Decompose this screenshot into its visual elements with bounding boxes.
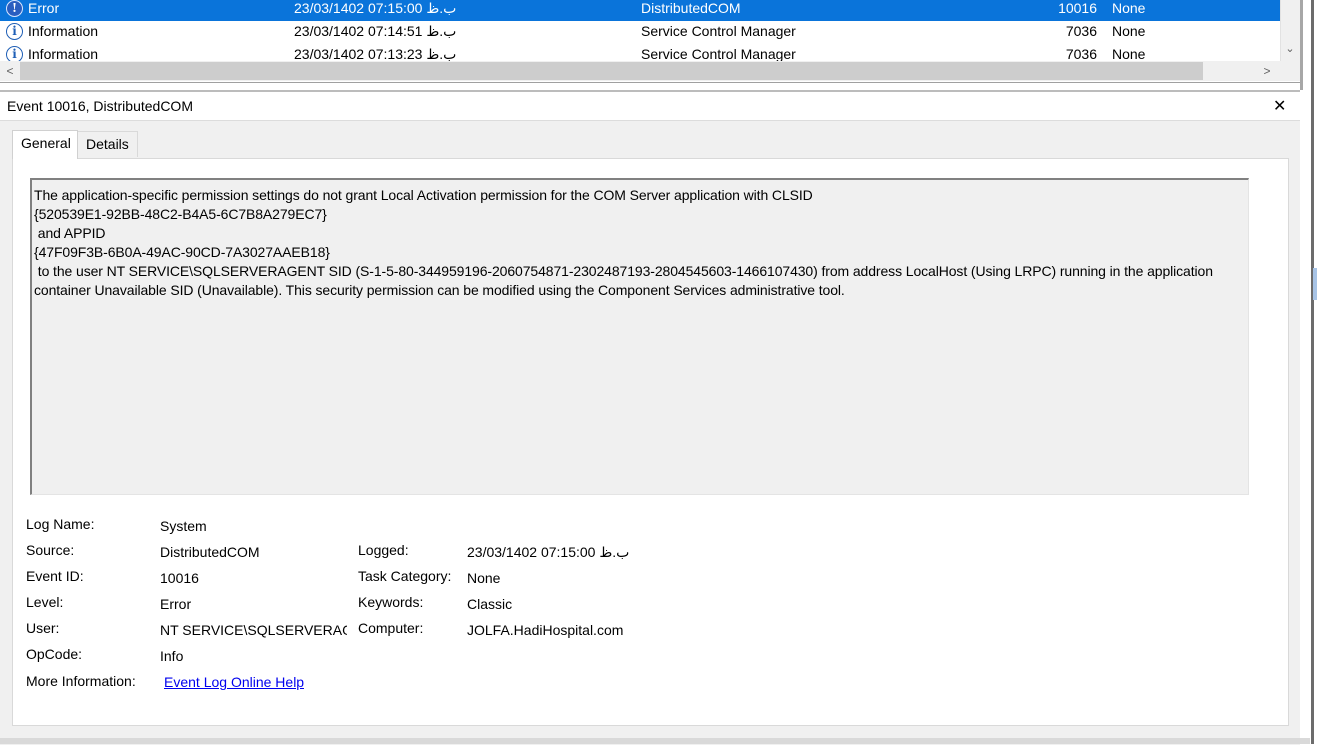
close-icon[interactable]: ✕	[1273, 96, 1286, 116]
event-task-category: None	[1112, 0, 1146, 16]
level-label: Level:	[26, 594, 64, 610]
scroll-right-icon[interactable]: >	[1257, 61, 1277, 81]
detail-pane-title: Event 10016, DistributedCOM	[7, 98, 193, 114]
status-strip	[0, 738, 1310, 744]
user-label: User:	[26, 620, 60, 636]
window-frame	[1300, 0, 1303, 90]
general-tab-content: The application-specific permission sett…	[12, 158, 1289, 726]
window-edge-accent	[1313, 268, 1317, 300]
computer-label: Computer:	[358, 620, 424, 636]
window-edge	[1311, 0, 1314, 744]
opcode-value[interactable]: Info	[160, 648, 183, 664]
more-information-label: More Information:	[26, 673, 136, 689]
logged-label: Logged:	[358, 542, 409, 558]
scrollbar-corner	[1280, 61, 1300, 81]
event-id-label: Event ID:	[26, 568, 84, 584]
event-row[interactable]: i Information 23/03/1402 07:14:51 ب.ظ Se…	[0, 21, 1280, 44]
event-date: 23/03/1402 07:14:51 ب.ظ	[294, 23, 457, 39]
level-value[interactable]: Error	[160, 596, 191, 612]
horizontal-scroll-thumb[interactable]	[20, 62, 1203, 80]
scroll-left-icon[interactable]: <	[0, 61, 20, 81]
detail-pane-header: Event 10016, DistributedCOM ✕	[0, 90, 1300, 120]
information-icon: i	[6, 23, 23, 40]
tab-general[interactable]: General	[12, 130, 78, 159]
user-value[interactable]: NT SERVICE\SQLSERVERAGENT	[160, 622, 347, 638]
log-name-label: Log Name:	[26, 516, 95, 532]
event-date: 23/03/1402 07:15:00 ب.ظ	[294, 0, 457, 16]
task-category-label: Task Category:	[358, 568, 452, 584]
opcode-label: OpCode:	[26, 646, 83, 662]
keywords-label: Keywords:	[358, 594, 424, 610]
computer-value[interactable]: JOLFA.HadiHospital.com	[467, 622, 623, 638]
event-id-value[interactable]: 10016	[160, 570, 199, 586]
task-category-value[interactable]: None	[467, 570, 500, 586]
event-description[interactable]: The application-specific permission sett…	[30, 178, 1249, 495]
log-name-value[interactable]: System	[160, 518, 207, 534]
horizontal-scrollbar[interactable]: < >	[0, 61, 1280, 81]
scroll-down-icon[interactable]: ⌄	[1280, 38, 1300, 60]
source-value[interactable]: DistributedCOM	[160, 544, 260, 560]
event-row[interactable]: ! Error 23/03/1402 07:15:00 ب.ظ Distribu…	[0, 0, 1280, 21]
tab-details[interactable]: Details	[78, 131, 138, 157]
keywords-value[interactable]: Classic	[467, 596, 512, 612]
logged-value[interactable]: 23/03/1402 07:15:00 ب.ظ	[467, 544, 629, 561]
event-task-category: None	[1112, 23, 1146, 39]
source-label: Source:	[26, 542, 75, 558]
event-level: Error	[28, 0, 60, 16]
event-source: Service Control Manager	[641, 23, 796, 39]
event-id: 7036	[1065, 23, 1097, 39]
error-icon: !	[6, 0, 23, 17]
event-log-online-help-link[interactable]: Event Log Online Help	[164, 674, 304, 690]
event-source: DistributedCOM	[641, 0, 741, 16]
detail-pane: General Details The application-specific…	[0, 120, 1300, 745]
event-level: Information	[28, 23, 99, 39]
event-list: ! Error 23/03/1402 07:15:00 ب.ظ Distribu…	[0, 0, 1300, 83]
event-id: 10016	[1058, 0, 1097, 16]
